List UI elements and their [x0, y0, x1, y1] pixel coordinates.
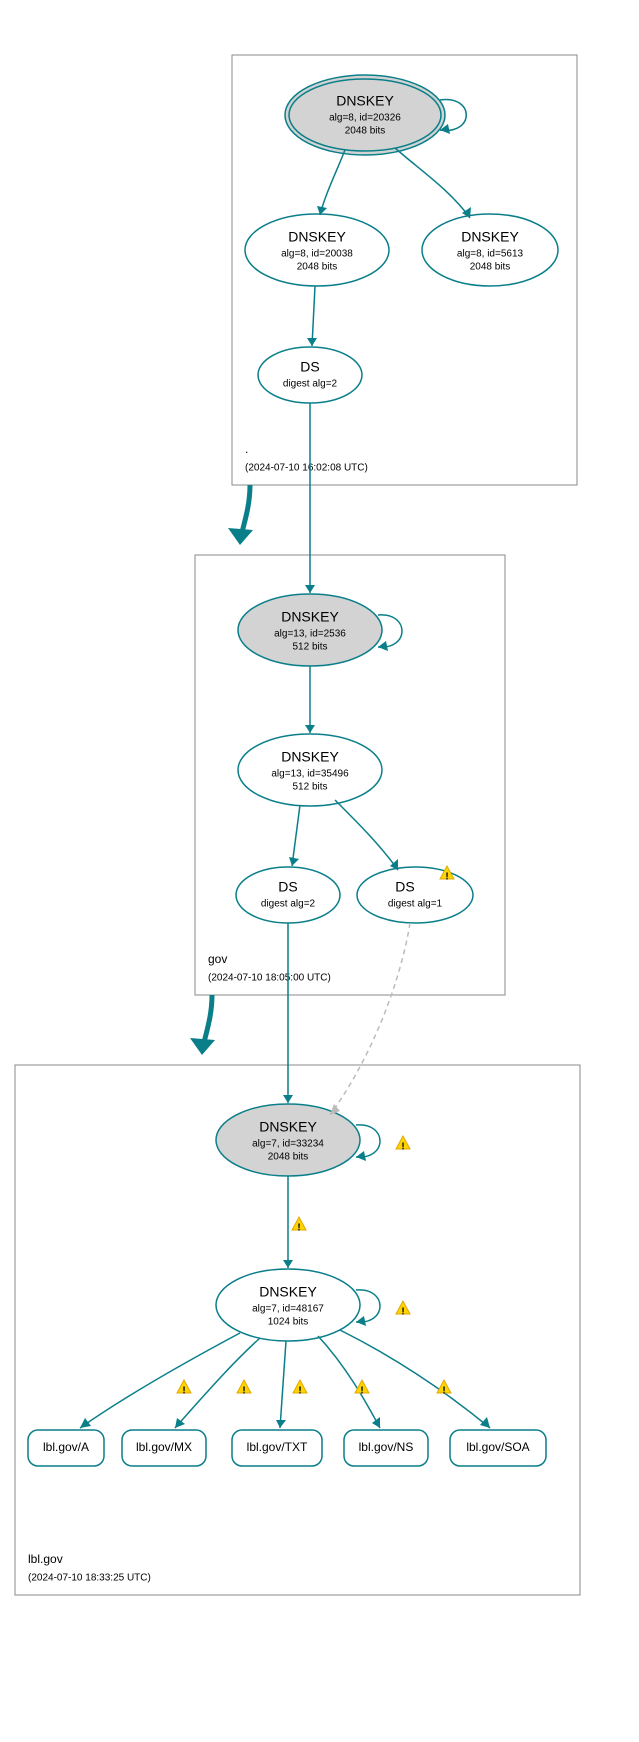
svg-text:!: !: [401, 1142, 404, 1153]
node-gov-ksk: DNSKEY alg=13, id=2536 512 bits: [238, 594, 382, 666]
svg-text:alg=7, id=48167: alg=7, id=48167: [252, 1304, 324, 1315]
svg-text:2048 bits: 2048 bits: [470, 262, 511, 273]
svg-text:DNSKEY: DNSKEY: [259, 1284, 317, 1300]
node-root-zsk1: DNSKEY alg=8, id=20038 2048 bits: [245, 214, 389, 286]
warning-icon: !: [293, 1380, 307, 1397]
svg-text:DNSKEY: DNSKEY: [288, 229, 346, 245]
zone-root-name: .: [245, 442, 248, 456]
zone-gov-name: gov: [208, 952, 227, 966]
svg-text:lbl.gov/NS: lbl.gov/NS: [359, 1440, 414, 1454]
node-root-zsk2: DNSKEY alg=8, id=5613 2048 bits: [422, 214, 558, 286]
svg-text:!: !: [242, 1386, 245, 1397]
warning-icon: !: [396, 1301, 410, 1318]
svg-text:2048 bits: 2048 bits: [297, 262, 338, 273]
svg-text:lbl.gov/A: lbl.gov/A: [43, 1440, 89, 1454]
svg-text:DS: DS: [278, 879, 297, 895]
svg-text:DNSKEY: DNSKEY: [461, 229, 519, 245]
svg-text:lbl.gov/SOA: lbl.gov/SOA: [466, 1440, 529, 1454]
svg-text:512 bits: 512 bits: [292, 782, 327, 793]
svg-text:DNSKEY: DNSKEY: [259, 1119, 317, 1135]
node-gov-ds2: DS digest alg=1: [357, 867, 473, 923]
zone-gov-time: (2024-07-10 18:05:00 UTC): [208, 973, 331, 984]
svg-text:DNSKEY: DNSKEY: [281, 609, 339, 625]
node-lbl-zsk: DNSKEY alg=7, id=48167 1024 bits: [216, 1269, 360, 1341]
node-gov-ds1: DS digest alg=2: [236, 867, 340, 923]
node-root-ds: DS digest alg=2: [258, 347, 362, 403]
svg-text:DS: DS: [395, 879, 414, 895]
dnssec-graph: . (2024-07-10 16:02:08 UTC) gov (2024-07…: [0, 0, 639, 1742]
svg-text:alg=8, id=5613: alg=8, id=5613: [457, 249, 524, 260]
warning-icon: !: [355, 1380, 369, 1397]
node-rr-txt: lbl.gov/TXT: [232, 1430, 322, 1466]
node-rr-mx: lbl.gov/MX: [122, 1430, 206, 1466]
svg-text:lbl.gov/MX: lbl.gov/MX: [136, 1440, 192, 1454]
svg-text:alg=13, id=35496: alg=13, id=35496: [271, 769, 349, 780]
svg-text:digest alg=2: digest alg=2: [283, 379, 338, 390]
warning-icon: !: [292, 1217, 306, 1234]
node-gov-zsk: DNSKEY alg=13, id=35496 512 bits: [238, 734, 382, 806]
svg-text:!: !: [298, 1386, 301, 1397]
warning-icon: !: [177, 1380, 191, 1397]
svg-text:digest alg=1: digest alg=1: [388, 899, 443, 910]
svg-text:!: !: [182, 1386, 185, 1397]
zone-root-time: (2024-07-10 16:02:08 UTC): [245, 463, 368, 474]
svg-text:alg=7, id=33234: alg=7, id=33234: [252, 1139, 324, 1150]
zone-lbl-time: (2024-07-10 18:33:25 UTC): [28, 1573, 151, 1584]
svg-text:DNSKEY: DNSKEY: [336, 93, 394, 109]
svg-text:1024 bits: 1024 bits: [268, 1317, 309, 1328]
zone-lbl-name: lbl.gov: [28, 1552, 63, 1566]
svg-text:2048 bits: 2048 bits: [345, 126, 386, 137]
node-rr-a: lbl.gov/A: [28, 1430, 104, 1466]
svg-text:DS: DS: [300, 359, 319, 375]
warning-icon: !: [396, 1136, 410, 1153]
warning-icon: !: [237, 1380, 251, 1397]
svg-text:alg=13, id=2536: alg=13, id=2536: [274, 629, 346, 640]
svg-text:!: !: [445, 872, 448, 883]
svg-text:!: !: [442, 1386, 445, 1397]
svg-text:!: !: [360, 1386, 363, 1397]
svg-text:!: !: [297, 1223, 300, 1234]
svg-text:2048 bits: 2048 bits: [268, 1152, 309, 1163]
svg-text:512 bits: 512 bits: [292, 642, 327, 653]
warning-icon: !: [437, 1380, 451, 1397]
node-rr-soa: lbl.gov/SOA: [450, 1430, 546, 1466]
svg-text:alg=8, id=20326: alg=8, id=20326: [329, 113, 401, 124]
svg-text:DNSKEY: DNSKEY: [281, 749, 339, 765]
svg-text:digest alg=2: digest alg=2: [261, 899, 316, 910]
svg-text:lbl.gov/TXT: lbl.gov/TXT: [247, 1440, 308, 1454]
svg-text:alg=8, id=20038: alg=8, id=20038: [281, 249, 353, 260]
node-root-ksk: DNSKEY alg=8, id=20326 2048 bits: [285, 75, 445, 155]
node-rr-ns: lbl.gov/NS: [344, 1430, 428, 1466]
svg-text:!: !: [401, 1307, 404, 1318]
node-lbl-ksk: DNSKEY alg=7, id=33234 2048 bits: [216, 1104, 360, 1176]
